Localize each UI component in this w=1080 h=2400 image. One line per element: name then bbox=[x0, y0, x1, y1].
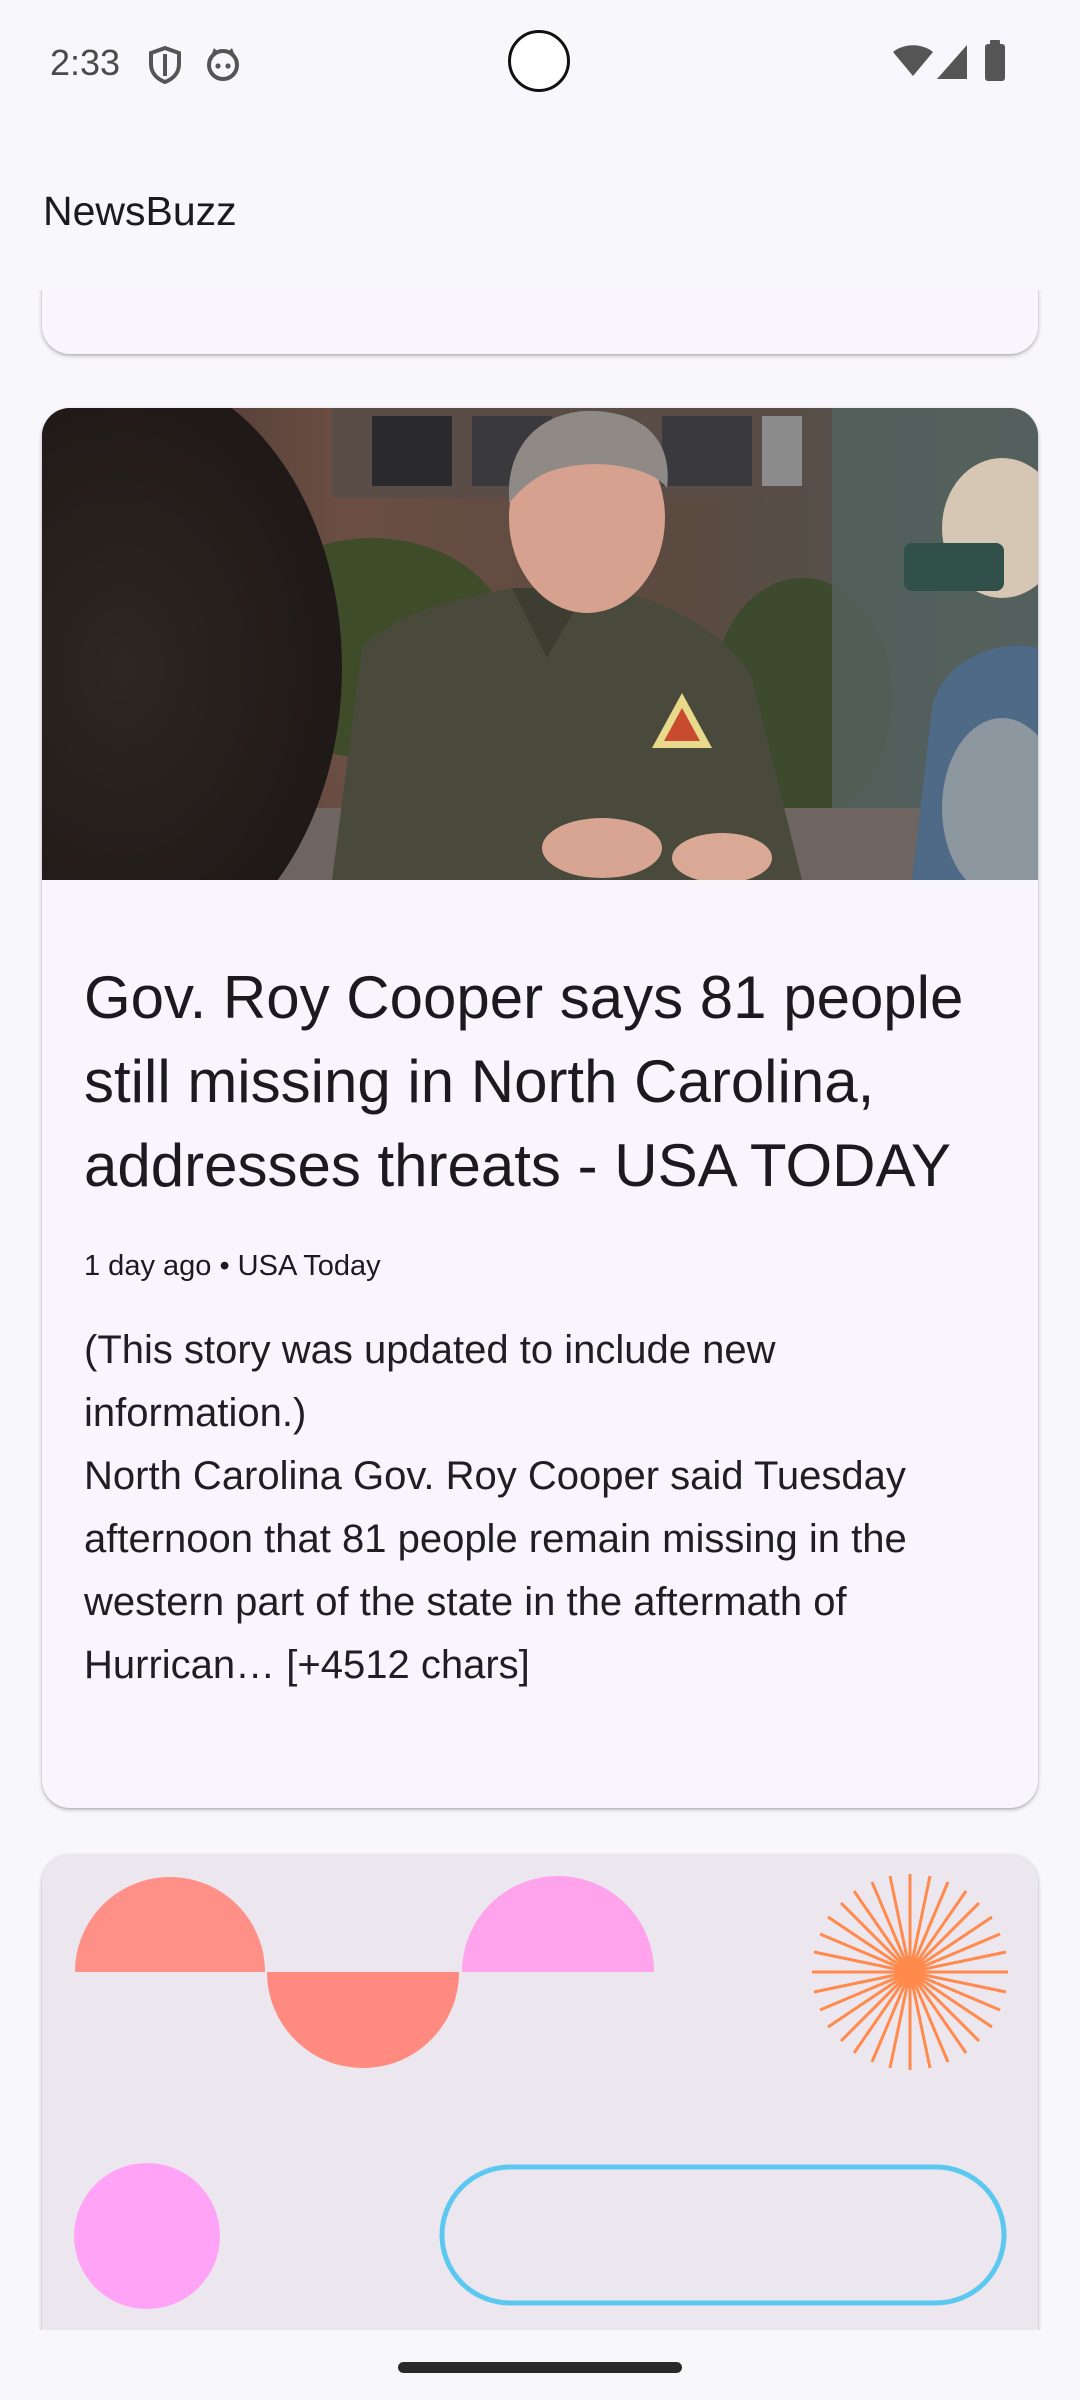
article-image bbox=[42, 408, 1038, 880]
placeholder-image bbox=[74, 1874, 1008, 2309]
status-bar: 2:33 bbox=[0, 0, 1080, 130]
app-title: NewsBuzz bbox=[43, 188, 237, 234]
home-handle[interactable] bbox=[398, 2362, 682, 2373]
semicircle-shape bbox=[462, 1876, 654, 1972]
article-description: (This story was updated to include new i… bbox=[84, 1328, 907, 1687]
article-headline[interactable]: Gov. Roy Cooper says 81 people still mis… bbox=[84, 880, 1004, 1208]
screen: 2:33 NewsBuzz Gov. Roy Cooper says 81 pe… bbox=[0, 0, 1080, 2400]
article-card-next[interactable] bbox=[42, 1854, 1038, 2330]
pill-outline-shape bbox=[439, 2164, 1007, 2306]
article-card[interactable]: Gov. Roy Cooper says 81 people still mis… bbox=[42, 408, 1038, 1808]
article-meta: 1 day ago • USA Today bbox=[84, 1250, 381, 1282]
sunburst-shape bbox=[812, 1874, 1008, 2070]
camera-cutout bbox=[508, 30, 570, 92]
battery-icon bbox=[985, 40, 1005, 81]
shield-icon bbox=[149, 46, 181, 84]
app-bar: NewsBuzz bbox=[0, 130, 1080, 290]
semicircle-shape bbox=[267, 1972, 459, 2068]
wifi-icon bbox=[893, 45, 933, 76]
article-body: Gov. Roy Cooper says 81 people still mis… bbox=[84, 880, 1004, 1697]
status-time: 2:33 bbox=[50, 42, 121, 83]
cat-face-icon bbox=[207, 48, 239, 81]
news-feed[interactable]: Gov. Roy Cooper says 81 people still mis… bbox=[0, 290, 1080, 2330]
cellular-signal-icon bbox=[937, 45, 967, 79]
circle-shape bbox=[74, 2163, 220, 2309]
article-card-previous[interactable] bbox=[42, 290, 1038, 354]
semicircle-shape bbox=[75, 1877, 265, 1972]
gesture-nav-bar bbox=[0, 2330, 1080, 2400]
